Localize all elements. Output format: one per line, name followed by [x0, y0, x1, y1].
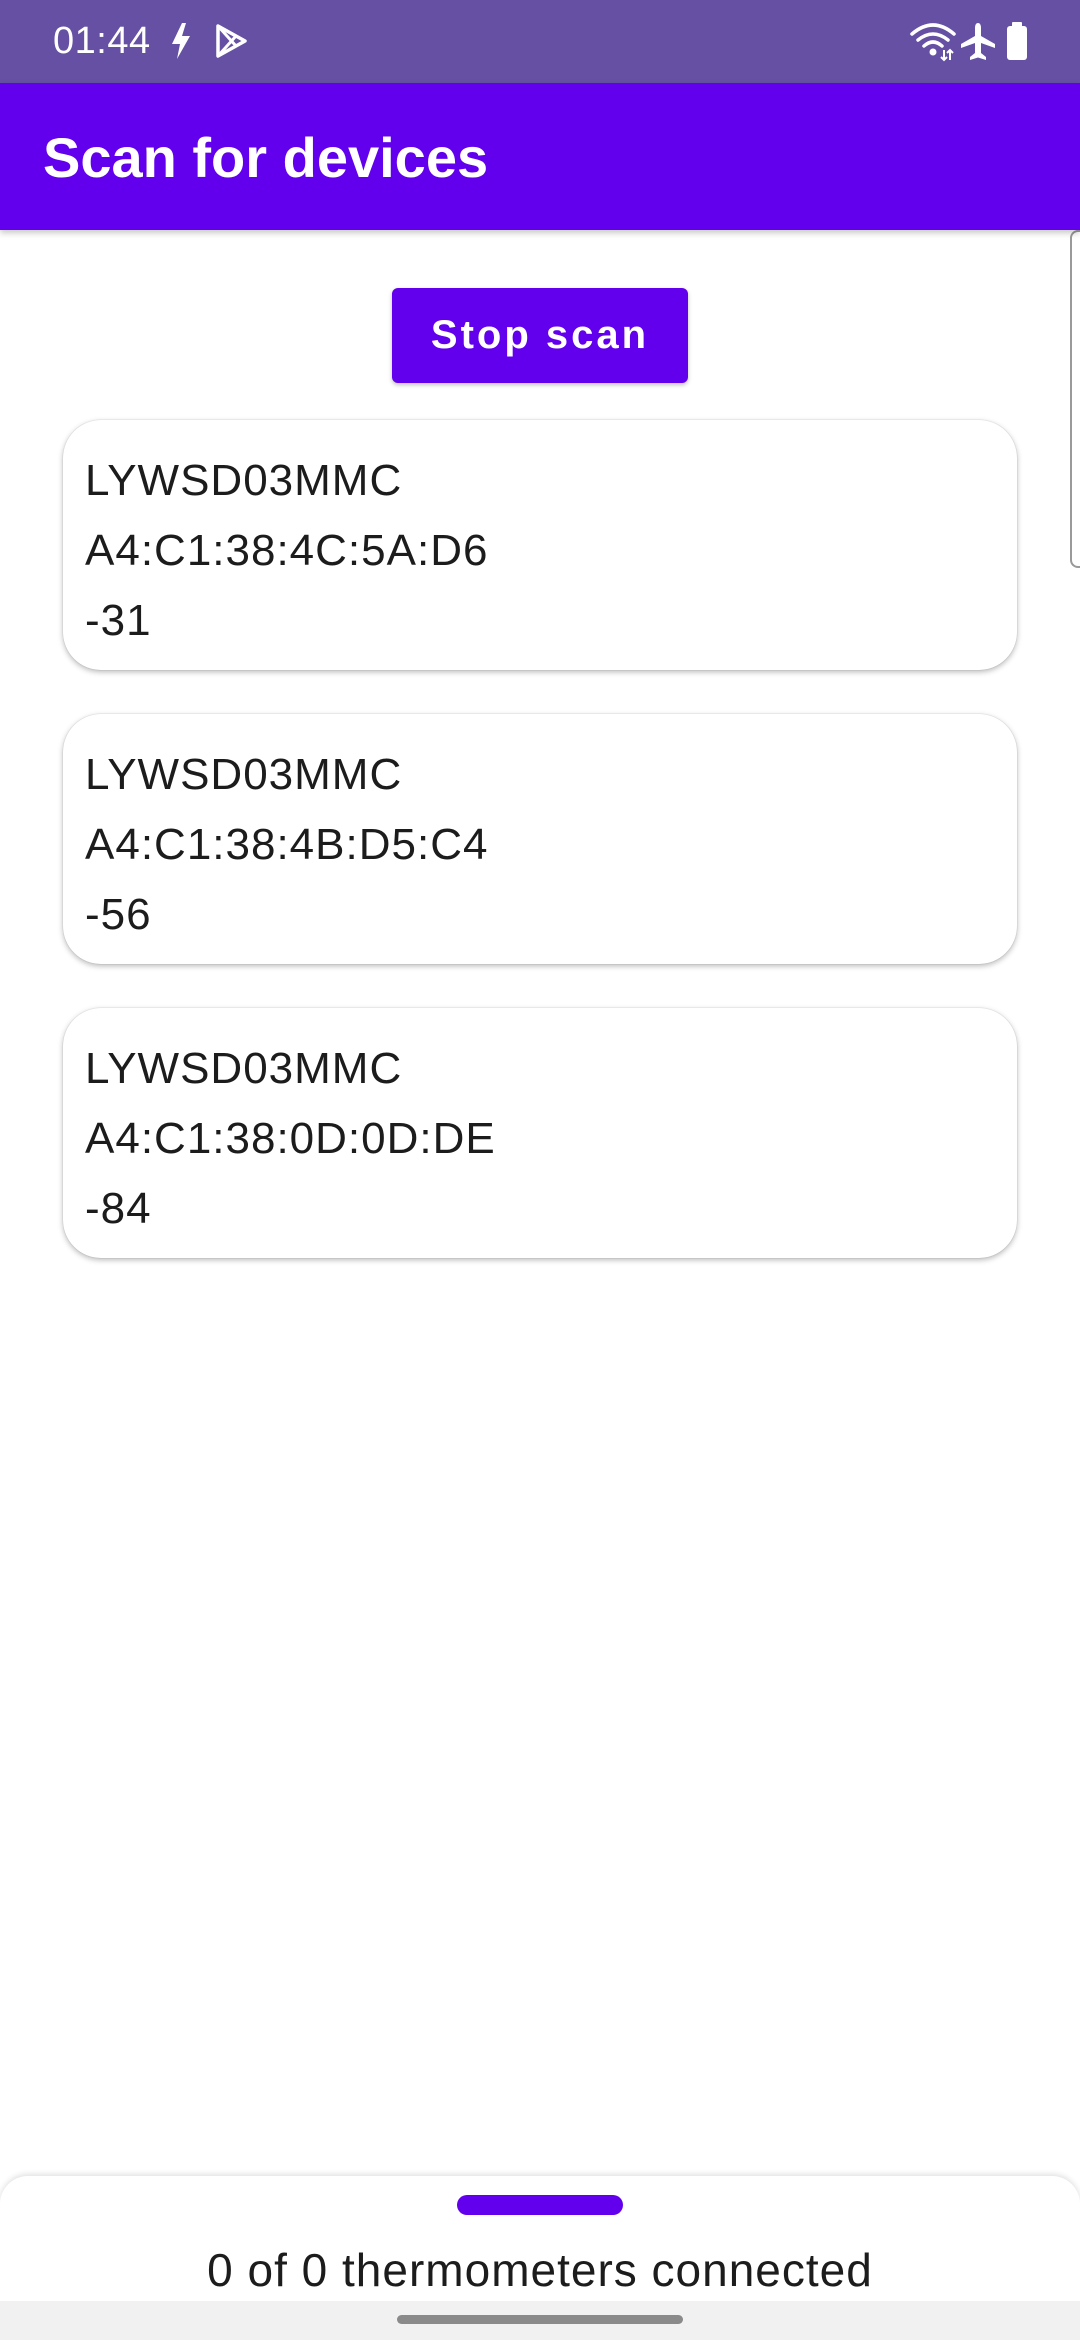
device-rssi: -31 — [85, 596, 152, 645]
home-gesture-handle[interactable] — [397, 2315, 683, 2324]
stop-scan-button[interactable]: Stop scan — [392, 288, 688, 383]
device-card[interactable]: LYWSD03MMC A4:C1:38:4B:D5:C4 -56 — [63, 714, 1017, 964]
screen: 01:44 Scan for devices Stop scan LYWSD03… — [0, 0, 1080, 2340]
app-bar: Scan for devices — [0, 83, 1080, 230]
airplane-mode-icon — [961, 23, 995, 60]
bottom-sheet-drag-handle[interactable] — [457, 2195, 623, 2215]
play-store-icon — [216, 24, 247, 58]
device-card[interactable]: LYWSD03MMC A4:C1:38:0D:0D:DE -84 — [63, 1008, 1017, 1258]
device-name: LYWSD03MMC — [85, 750, 403, 799]
scrollbar-thumb[interactable] — [1070, 230, 1080, 568]
battery-icon — [1007, 22, 1027, 60]
status-time: 01:44 — [53, 20, 151, 62]
device-address: A4:C1:38:4B:D5:C4 — [85, 820, 489, 869]
connection-status-text: 0 of 0 thermometers connected — [207, 2244, 873, 2296]
page-title: Scan for devices — [43, 126, 489, 189]
flash-icon — [172, 23, 190, 59]
wifi-icon — [910, 23, 956, 62]
device-address: A4:C1:38:0D:0D:DE — [85, 1114, 496, 1163]
device-card[interactable]: LYWSD03MMC A4:C1:38:4C:5A:D6 -31 — [63, 420, 1017, 670]
bottom-sheet[interactable]: 0 of 0 thermometers connected — [0, 2176, 1080, 2301]
status-bar: 01:44 — [0, 0, 1080, 83]
device-name: LYWSD03MMC — [85, 456, 403, 505]
device-rssi: -84 — [85, 1184, 152, 1233]
navigation-bar — [0, 2301, 1080, 2340]
device-address: A4:C1:38:4C:5A:D6 — [85, 526, 489, 575]
device-rssi: -56 — [85, 890, 152, 939]
device-name: LYWSD03MMC — [85, 1044, 403, 1093]
